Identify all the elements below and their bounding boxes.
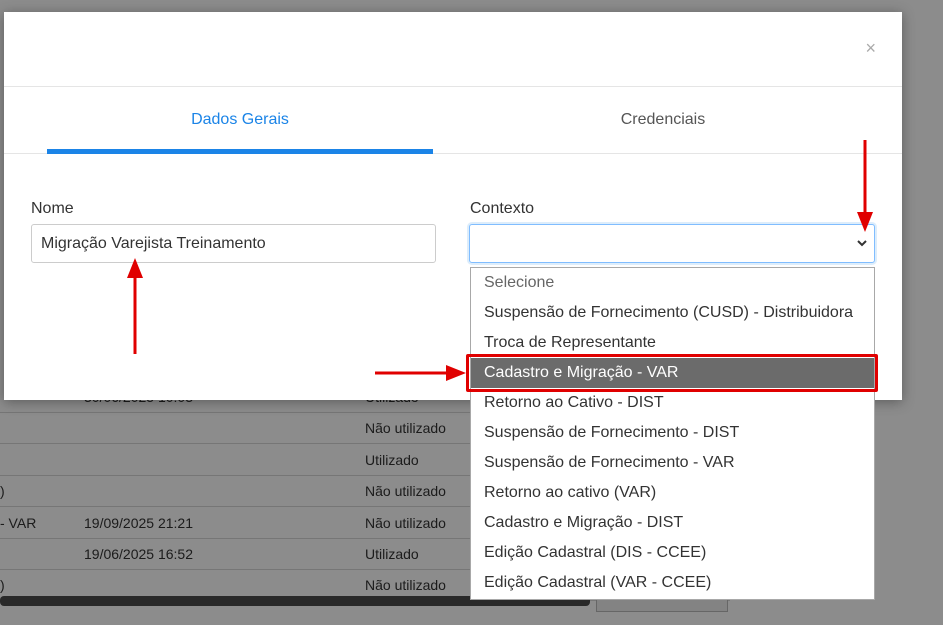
annotation-arrow bbox=[375, 365, 466, 381]
contexto-label: Contexto bbox=[470, 200, 535, 217]
dropdown-option[interactable]: Suspensão de Fornecimento (CUSD) - Distr… bbox=[471, 298, 874, 328]
tab-credenciais[interactable]: Credenciais bbox=[470, 87, 856, 153]
chevron-down-icon bbox=[857, 240, 867, 247]
contexto-dropdown-list: Selecione Suspensão de Fornecimento (CUSD… bbox=[470, 267, 875, 600]
annotation-arrow bbox=[127, 258, 143, 354]
dropdown-option[interactable]: Cadastro e Migração - DIST bbox=[471, 508, 874, 538]
tab-bar: Dados Gerais Credenciais bbox=[4, 87, 902, 154]
close-icon[interactable]: × bbox=[865, 38, 876, 59]
contexto-select[interactable] bbox=[469, 224, 875, 263]
dropdown-option[interactable]: Suspensão de Fornecimento - DIST bbox=[471, 418, 874, 448]
dropdown-option[interactable]: Suspensão de Fornecimento - VAR bbox=[471, 448, 874, 478]
dropdown-option[interactable]: Edição Cadastral (DIS - CCEE) bbox=[471, 538, 874, 568]
dropdown-option[interactable]: Selecione bbox=[471, 268, 874, 298]
tab-dados-gerais[interactable]: Dados Gerais bbox=[47, 87, 433, 153]
dropdown-option[interactable]: Retorno ao Cativo - DIST bbox=[471, 388, 874, 418]
nome-label: Nome bbox=[31, 200, 74, 217]
annotation-highlight-box bbox=[466, 354, 878, 392]
active-tab-indicator bbox=[47, 149, 433, 154]
annotation-arrow bbox=[857, 140, 873, 232]
modal-header: × bbox=[4, 12, 902, 87]
nome-input[interactable]: Migração Varejista Treinamento bbox=[31, 224, 436, 263]
dropdown-option[interactable]: Retorno ao cativo (VAR) bbox=[471, 478, 874, 508]
dropdown-option[interactable]: Edição Cadastral (VAR - CCEE) bbox=[471, 568, 874, 598]
